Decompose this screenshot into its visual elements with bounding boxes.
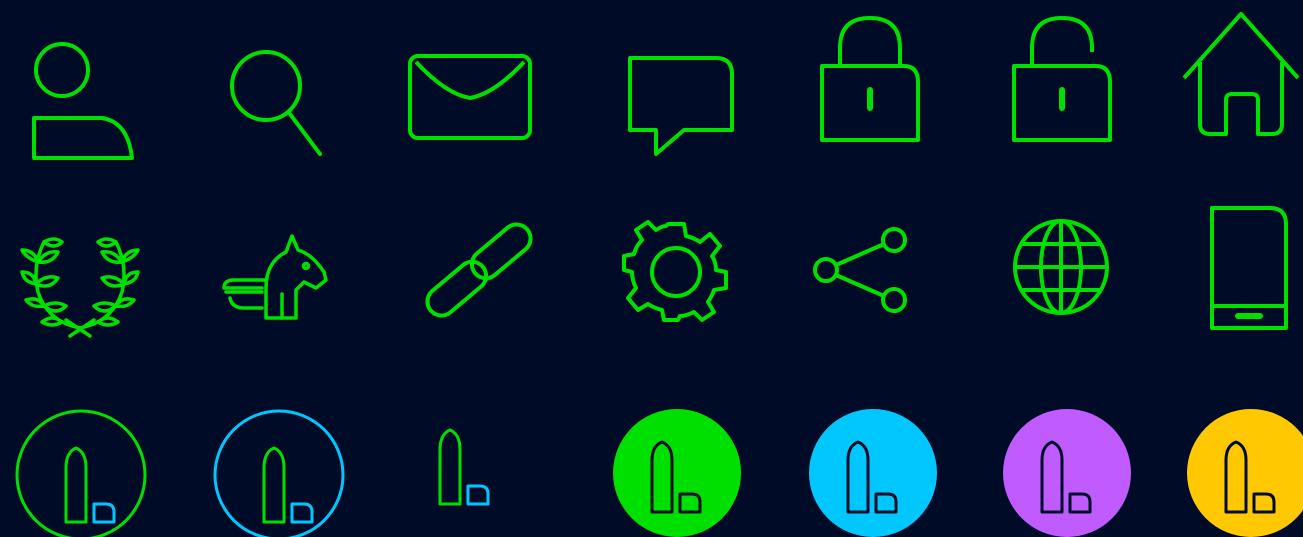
unlock-icon [1012, 16, 1112, 142]
laurel-wreath-icon [20, 237, 140, 338]
logo-outline-blue-circle [213, 409, 345, 537]
logo-mark-plain [438, 428, 490, 506]
home-icon [1182, 12, 1300, 136]
logo-badge-yellow [1187, 409, 1303, 537]
globe-icon [1013, 219, 1109, 315]
share-icon [813, 227, 907, 313]
logo-outline-green-circle [15, 409, 147, 537]
mail-icon [408, 54, 532, 140]
gear-icon [622, 220, 728, 322]
lock-icon [820, 16, 920, 142]
smartphone-icon [1210, 206, 1288, 330]
link-icon [425, 222, 533, 318]
user-icon [32, 42, 134, 160]
icon-sheet [0, 0, 1303, 537]
pegasus-icon [222, 234, 328, 320]
logo-badge-purple [1003, 409, 1131, 537]
logo-badge-green [613, 409, 741, 537]
logo-badge-blue [809, 409, 937, 537]
chat-bubble-icon [628, 56, 734, 156]
search-icon [230, 50, 322, 156]
